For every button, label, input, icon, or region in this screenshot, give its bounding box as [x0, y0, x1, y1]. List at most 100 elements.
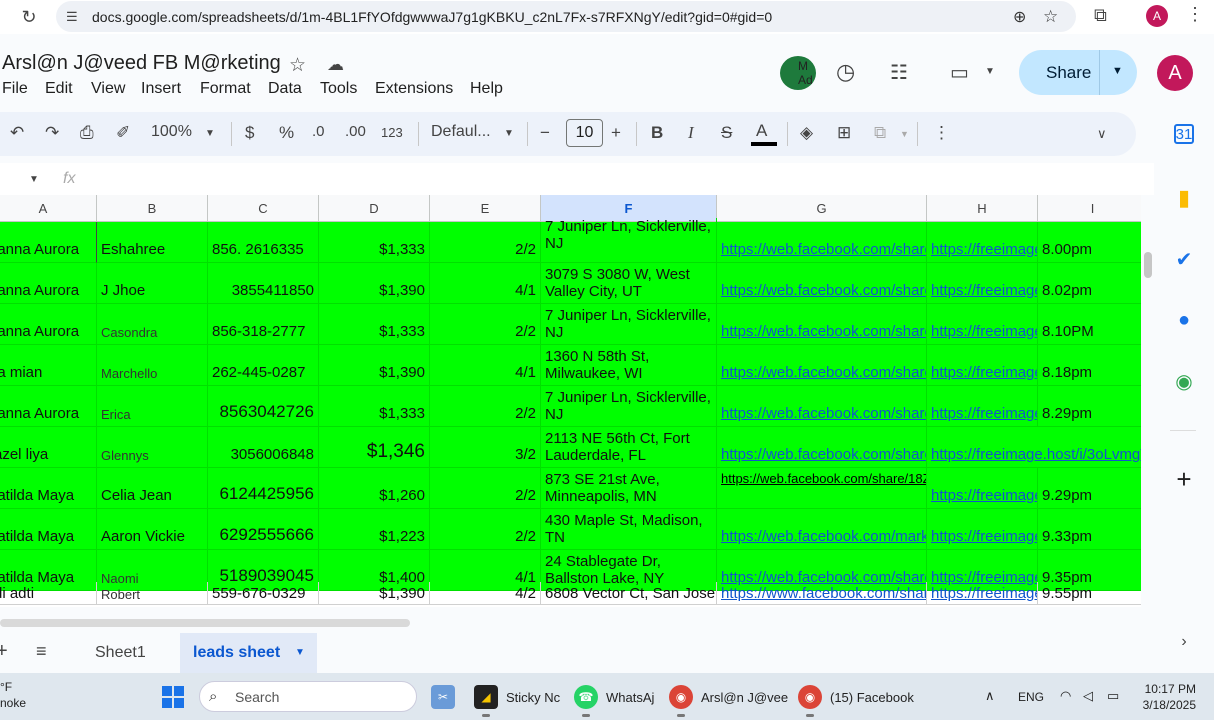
- cell-a[interactable]: latilda Maya: [0, 509, 97, 550]
- contacts-icon[interactable]: ●: [1172, 308, 1196, 332]
- star-icon[interactable]: ☆: [289, 54, 306, 77]
- cell-c[interactable]: 262-445-0287: [208, 345, 319, 386]
- column-header-i[interactable]: I: [1038, 195, 1141, 222]
- version-history-icon[interactable]: ◷: [836, 59, 855, 85]
- cell-e[interactable]: 4/2: [430, 582, 541, 605]
- font-size-decrease-icon[interactable]: −: [540, 123, 550, 143]
- cell-d[interactable]: $1,223: [319, 509, 430, 550]
- menu-help[interactable]: Help: [470, 80, 503, 98]
- taskbar-app-whatsapp[interactable]: ☎ WhatsAj: [574, 683, 654, 711]
- cell-a[interactable]: ianna Aurora: [0, 222, 97, 263]
- name-box-caret-icon[interactable]: ▼: [29, 174, 39, 185]
- cell-f[interactable]: 1360 N 58th St, Milwaukee, WI: [541, 345, 717, 386]
- cell-f[interactable]: 3079 S 3080 W, West Valley City, UT: [541, 263, 717, 304]
- zoom-select[interactable]: 100%: [151, 123, 192, 141]
- site-info-icon[interactable]: ☰: [66, 9, 78, 25]
- cell-i[interactable]: 9.55pm: [1038, 582, 1141, 605]
- cell-a[interactable]: ianna Aurora: [0, 263, 97, 304]
- zoom-caret-icon[interactable]: ▼: [205, 128, 215, 139]
- collaborator-avatar[interactable]: M Ad: [780, 56, 816, 90]
- share-button[interactable]: Share ▼: [1019, 50, 1137, 95]
- cell-c[interactable]: 6124425956: [208, 468, 319, 509]
- zoom-icon[interactable]: ⊕: [1013, 7, 1026, 27]
- volume-icon[interactable]: ◁: [1083, 688, 1093, 704]
- horizontal-scrollbar[interactable]: [0, 619, 410, 627]
- merge-caret-icon[interactable]: ▼: [900, 129, 909, 139]
- tab-caret-icon[interactable]: ▼: [295, 647, 305, 658]
- cell-f[interactable]: 2113 NE 56th Ct, Fort Lauderdale, FL: [541, 427, 717, 468]
- maps-icon[interactable]: ◉: [1172, 369, 1196, 393]
- cell-b[interactable]: Erica: [97, 386, 208, 427]
- weather-widget[interactable]: °F noke: [0, 679, 26, 711]
- url-text[interactable]: docs.google.com/spreadsheets/d/1m-4BL1Ff…: [92, 9, 772, 25]
- all-sheets-icon[interactable]: ≡: [36, 641, 47, 662]
- cell-e[interactable]: 2/2: [430, 386, 541, 427]
- percent-format-button[interactable]: %: [279, 123, 294, 143]
- taskbar-app-chrome-sheets[interactable]: ◉ Arsl@n J@vee: [669, 683, 788, 711]
- cell-e[interactable]: 4/1: [430, 263, 541, 304]
- cell-c[interactable]: 3855411850: [208, 263, 319, 304]
- add-addon-icon[interactable]: +: [1172, 464, 1196, 494]
- calendar-icon[interactable]: 31: [1174, 124, 1194, 144]
- redo-icon[interactable]: ↷: [45, 123, 59, 143]
- italic-button[interactable]: I: [688, 123, 694, 143]
- wifi-icon[interactable]: ◠: [1060, 688, 1071, 704]
- comments-icon[interactable]: ☷: [890, 60, 908, 85]
- paint-format-icon[interactable]: ✐: [116, 123, 130, 143]
- bold-button[interactable]: B: [651, 123, 663, 143]
- cell-b[interactable]: Celia Jean: [97, 468, 208, 509]
- cell-c[interactable]: 856-318-2777: [208, 304, 319, 345]
- cell-b[interactable]: Robert: [97, 582, 208, 605]
- cloud-status-icon[interactable]: ☁: [327, 55, 344, 75]
- system-clock[interactable]: 10:17 PM 3/18/2025: [1130, 681, 1196, 713]
- chevron-down-icon[interactable]: ▼: [985, 66, 995, 77]
- cell-h[interactable]: https://freeimage: [927, 582, 1038, 605]
- cell-h[interactable]: https://freeimage: [927, 263, 1038, 304]
- cell-a[interactable]: ianna Aurora: [0, 386, 97, 427]
- strikethrough-button[interactable]: S: [721, 123, 732, 143]
- cell-e[interactable]: 2/2: [430, 509, 541, 550]
- cell-f[interactable]: 7 Juniper Ln, Sicklerville, NJ: [541, 218, 717, 263]
- cell-e[interactable]: 3/2: [430, 427, 541, 468]
- cell-a[interactable]: ia mian: [0, 345, 97, 386]
- cell-a[interactable]: di adti: [0, 582, 97, 605]
- add-sheet-icon[interactable]: +: [0, 640, 8, 663]
- column-header-c[interactable]: C: [208, 195, 319, 222]
- reload-icon[interactable]: ↻: [18, 6, 40, 28]
- cell-h[interactable]: https://freeimage: [927, 345, 1038, 386]
- cell-g[interactable]: https://web.facebook.com/share: [717, 386, 927, 427]
- taskbar-search[interactable]: ⌕ Search: [199, 681, 417, 712]
- taskbar-app-sticky[interactable]: ◢ Sticky Nc: [474, 683, 560, 711]
- print-icon[interactable]: ⎙: [80, 123, 94, 143]
- text-color-button[interactable]: A: [756, 121, 767, 141]
- cell-i[interactable]: 8.29pm: [1038, 386, 1141, 427]
- cell-i[interactable]: 8.02pm: [1038, 263, 1141, 304]
- fill-color-icon[interactable]: ◈: [800, 123, 813, 143]
- cell-c[interactable]: 3056006848: [208, 427, 319, 468]
- column-header-e[interactable]: E: [430, 195, 541, 222]
- cell-g[interactable]: https://www.facebook.com/share: [717, 582, 927, 605]
- tab-sheet1[interactable]: Sheet1: [95, 644, 146, 662]
- cell-d[interactable]: $1,260: [319, 468, 430, 509]
- cell-b[interactable]: J Jhoe: [97, 263, 208, 304]
- cell-g[interactable]: https://web.facebook.com/share: [717, 427, 927, 468]
- cell-e[interactable]: 4/1: [430, 345, 541, 386]
- tray-overflow-icon[interactable]: ∧: [985, 688, 995, 704]
- font-size-increase-icon[interactable]: +: [611, 123, 621, 143]
- cell-e[interactable]: 2/2: [430, 304, 541, 345]
- meet-video-icon[interactable]: ▭: [950, 60, 969, 85]
- cell-d[interactable]: $1,390: [319, 582, 430, 605]
- collapse-toolbar-icon[interactable]: ∨: [1097, 126, 1107, 142]
- font-caret-icon[interactable]: ▼: [504, 128, 514, 139]
- cell-c[interactable]: 8563042726: [208, 386, 319, 427]
- cell-c[interactable]: 6292555666: [208, 509, 319, 550]
- cell-g[interactable]: https://web.facebook.com/share/18ZZUPfvh…: [717, 468, 927, 509]
- cell-h[interactable]: https://freeimage: [927, 222, 1038, 263]
- cell-i[interactable]: 8.10PM: [1038, 304, 1141, 345]
- cell-g[interactable]: https://web.facebook.com/share: [717, 345, 927, 386]
- cell-h[interactable]: https://freeimage: [927, 386, 1038, 427]
- borders-icon[interactable]: ⊞: [837, 123, 851, 143]
- browser-profile-avatar[interactable]: A: [1146, 5, 1168, 27]
- menu-file[interactable]: File: [2, 80, 28, 98]
- language-indicator[interactable]: ENG: [1018, 690, 1044, 704]
